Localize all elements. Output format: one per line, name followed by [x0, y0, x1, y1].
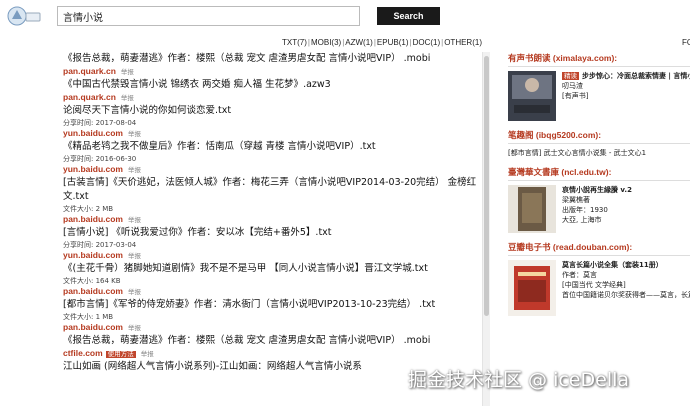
- filter-doc[interactable]: DOC(1): [413, 38, 441, 47]
- book-kind: [有声书]: [562, 92, 589, 100]
- result-title[interactable]: [言情小说] 《听说我爱过你》作者：安以冰【完结+番外5】.txt: [63, 226, 483, 240]
- filter-other[interactable]: OTHER(1): [444, 38, 482, 47]
- book-title[interactable]: 莫言长篇小说全集（套装11册）: [562, 260, 690, 270]
- list-item: [言情小说] 《听说我爱过你》作者：安以冰【完结+番外5】.txt 分享时间: …: [63, 226, 483, 260]
- cover-image-icon: [508, 71, 556, 121]
- book-title[interactable]: 哀情小說再生緣賸 v.2: [562, 185, 632, 195]
- list-item: [都市言情]《军爷的侍宠娇妻》作者：清水衙门（言情小说吧VIP2013-10-2…: [63, 298, 483, 332]
- section-heading[interactable]: 臺灣華文書庫 (ncl.edu.tw):: [508, 166, 690, 181]
- book-cover[interactable]: [508, 260, 556, 316]
- sidebar-section-ximalaya: 有声书朗读 (ximalaya.com): 精读 步步惊心：冷面总裁索情妻 | 言…: [508, 52, 690, 121]
- results-list: 《报告总裁，萌妻潜逃》作者：楼熙（总裁 宠文 虐渣男虐女配 言情小说吧VIP） …: [63, 52, 483, 406]
- result-source[interactable]: pan.quark.cn: [63, 92, 116, 102]
- list-item: 《报告总裁，萌妻潜逃》作者：楼熙（总裁 宠文 虐渣男虐女配 言情小说吧VIP） …: [63, 334, 483, 358]
- filter-fo-truncated[interactable]: FO: [682, 38, 690, 47]
- scrollbar[interactable]: [482, 52, 490, 406]
- report-link[interactable]: 举报: [128, 289, 141, 296]
- book-year: 出版年：1930: [562, 206, 608, 214]
- filter-azw[interactable]: AZW(1): [345, 38, 373, 47]
- logo-icon: [7, 6, 41, 26]
- section-heading[interactable]: 豆瓣电子书 (read.douban.com):: [508, 241, 690, 256]
- book-place: 大亞, 上海市: [562, 216, 602, 224]
- result-title[interactable]: 《(主花千骨）猪脚她知道剧情》我不是不是马甲 【同人小说言情小说】晋江文学城.t…: [63, 262, 483, 276]
- format-filter-bar: TXT(7)|MOBI(3)|AZW(1)|EPUB(1)|DOC(1)|OTH…: [282, 38, 482, 47]
- result-source[interactable]: pan.quark.cn: [63, 66, 116, 76]
- watermark: 掘金技术社区 @ iceDella: [408, 369, 630, 391]
- report-link[interactable]: 举报: [128, 131, 141, 138]
- reader-name: 叨马渣: [562, 82, 583, 90]
- list-item: 《(主花千骨）猪脚她知道剧情》我不是不是马甲 【同人小说言情小说】晋江文学城.t…: [63, 262, 483, 296]
- filter-epub[interactable]: EPUB(1): [377, 38, 409, 47]
- tag-badge: 精读: [562, 72, 579, 80]
- result-title[interactable]: 《报告总裁，萌妻潜逃》作者：楼熙（总裁 宠文 虐渣男虐女配 言情小说吧VIP） …: [63, 334, 483, 348]
- section-heading[interactable]: 笔趣阁 (ibqg5200.com):: [508, 129, 690, 144]
- list-item: 《中国古代禁毁言情小说 锦绣衣 两交婚 痴人福 生花梦》.azw3 pan.qu…: [63, 78, 483, 102]
- file-size: 文件大小: 164 KB: [63, 277, 121, 285]
- cover-image-icon: [508, 185, 556, 233]
- sidebar-section-douban: 豆瓣电子书 (read.douban.com): 莫言长篇小说全集（套装11册）…: [508, 241, 690, 316]
- report-link[interactable]: 举报: [128, 325, 141, 332]
- result-title[interactable]: 《精品老鸨之我不做皇后》作者：恬南瓜（穿越 青楼 言情小说吧VIP）.txt: [63, 140, 483, 154]
- sidebar-section-ncl: 臺灣華文書庫 (ncl.edu.tw): 哀情小說再生緣賸 v.2 梁翼樵著 出…: [508, 166, 690, 233]
- filter-mobi[interactable]: MOBI(3): [311, 38, 341, 47]
- share-time: 分享时间: 2016-06-30: [63, 155, 137, 163]
- report-link[interactable]: 举报: [121, 95, 134, 102]
- book-description: 首位中国籍诺贝尔奖获得者——莫言，长篇: [562, 291, 690, 299]
- share-time: 分享时间: 2017-03-04: [63, 241, 137, 249]
- result-title[interactable]: [都市言情]《军爷的侍宠娇妻》作者：清水衙门（言情小说吧VIP2013-10-2…: [63, 298, 483, 312]
- result-title[interactable]: 《报告总裁，萌妻潜逃》作者：楼熙（总裁 宠文 虐渣男虐女配 言情小说吧VIP） …: [63, 52, 483, 66]
- report-link[interactable]: 举报: [128, 167, 141, 174]
- sidebar-section-ibqg: 笔趣阁 (ibqg5200.com): [都市言情] 武士文心言情小说集 - 武…: [508, 129, 690, 158]
- section-heading[interactable]: 有声书朗读 (ximalaya.com):: [508, 52, 690, 67]
- report-link[interactable]: 举报: [141, 351, 154, 358]
- cover-image-icon: [508, 260, 556, 316]
- file-size: 文件大小: 2 MB: [63, 205, 114, 213]
- report-link[interactable]: 举报: [128, 253, 141, 260]
- result-title[interactable]: [古装言情]《天价逃妃，法医倾人城》作者：梅花三弄（言情小说吧VIP2014-0…: [63, 176, 483, 204]
- result-source[interactable]: yun.baidu.com: [63, 164, 123, 174]
- result-title[interactable]: 论阅尽天下言情小说的你如何谈恋爱.txt: [63, 104, 483, 118]
- search-button[interactable]: Search: [377, 7, 440, 25]
- top-bar: Search: [0, 0, 690, 34]
- book-cover[interactable]: [508, 185, 556, 233]
- file-size: 文件大小: 1 MB: [63, 313, 114, 321]
- scroll-thumb[interactable]: [484, 56, 489, 316]
- book-title[interactable]: 步步惊心：冷面总裁索情妻 | 言情小: [582, 72, 690, 80]
- book-author: 作者：莫言: [562, 271, 597, 279]
- book-link[interactable]: [都市言情] 武士文心言情小说集 - 武士文心1: [508, 148, 690, 158]
- site-logo[interactable]: [6, 5, 42, 27]
- report-link[interactable]: 举报: [121, 69, 134, 76]
- list-item: 论阅尽天下言情小说的你如何谈恋爱.txt 分享时间: 2017-08-04 yu…: [63, 104, 483, 138]
- book-cover[interactable]: [508, 71, 556, 121]
- book-category: [中国当代 文学经典]: [562, 281, 626, 289]
- result-source[interactable]: pan.baidu.com: [63, 214, 123, 224]
- result-source[interactable]: ctfile.com: [63, 348, 103, 358]
- result-source[interactable]: pan.baidu.com: [63, 286, 123, 296]
- filter-txt[interactable]: TXT(7): [282, 38, 307, 47]
- result-source[interactable]: yun.baidu.com: [63, 128, 123, 138]
- share-time: 分享时间: 2017-08-04: [63, 119, 137, 127]
- book-author: 梁翼樵著: [562, 196, 590, 204]
- report-link[interactable]: 举报: [128, 217, 141, 224]
- search-input[interactable]: [57, 6, 360, 26]
- sidebar: 有声书朗读 (ximalaya.com): 精读 步步惊心：冷面总裁索情妻 | 言…: [508, 52, 690, 406]
- usage-tag[interactable]: 使用方法: [105, 351, 136, 358]
- result-source[interactable]: yun.baidu.com: [63, 250, 123, 260]
- list-item: [古装言情]《天价逃妃，法医倾人城》作者：梅花三弄（言情小说吧VIP2014-0…: [63, 176, 483, 224]
- result-source[interactable]: pan.baidu.com: [63, 322, 123, 332]
- list-item: 《精品老鸨之我不做皇后》作者：恬南瓜（穿越 青楼 言情小说吧VIP）.txt 分…: [63, 140, 483, 174]
- list-item: 《报告总裁，萌妻潜逃》作者：楼熙（总裁 宠文 虐渣男虐女配 言情小说吧VIP） …: [63, 52, 483, 76]
- result-title[interactable]: 《中国古代禁毁言情小说 锦绣衣 两交婚 痴人福 生花梦》.azw3: [63, 78, 483, 92]
